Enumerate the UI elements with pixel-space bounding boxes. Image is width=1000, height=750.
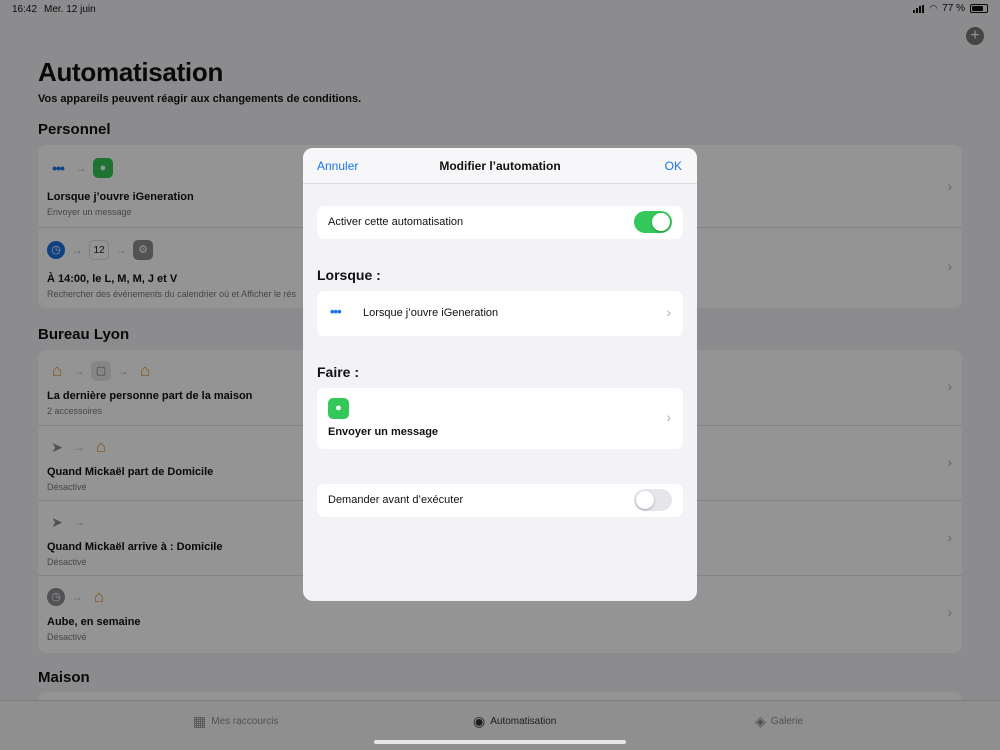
- do-heading: Faire :: [317, 364, 360, 380]
- modal-title: Modifier l’automation: [439, 159, 561, 173]
- action-label: Envoyer un message: [328, 426, 439, 438]
- action-row[interactable]: ● Envoyer un message ›: [317, 388, 683, 449]
- chevron-right-icon: ›: [666, 304, 671, 320]
- cancel-button[interactable]: Annuler: [317, 159, 358, 173]
- edit-automation-modal: Modifier l’automation Annuler OK Activer…: [303, 148, 697, 601]
- messages-icon: ●: [328, 398, 349, 419]
- ask-before-running-toggle[interactable]: [634, 489, 672, 511]
- home-indicator[interactable]: [374, 740, 626, 744]
- ask-before-running-label: Demander avant d’exécuter: [328, 494, 464, 506]
- trigger-label: Lorsque j’ouvre iGeneration: [363, 307, 499, 319]
- ask-before-running-row: Demander avant d’exécuter: [317, 484, 683, 517]
- chevron-right-icon: ›: [666, 409, 671, 425]
- more-dots-icon: •••: [330, 304, 342, 319]
- trigger-row[interactable]: ••• Lorsque j’ouvre iGeneration ›: [317, 291, 683, 336]
- enable-automation-label: Activer cette automatisation: [328, 216, 464, 228]
- ok-button[interactable]: OK: [665, 159, 682, 173]
- modal-nav-bar: Modifier l’automation Annuler OK: [303, 148, 697, 184]
- when-heading: Lorsque :: [317, 267, 381, 283]
- enable-automation-toggle[interactable]: [634, 211, 672, 233]
- enable-automation-row: Activer cette automatisation: [317, 206, 683, 239]
